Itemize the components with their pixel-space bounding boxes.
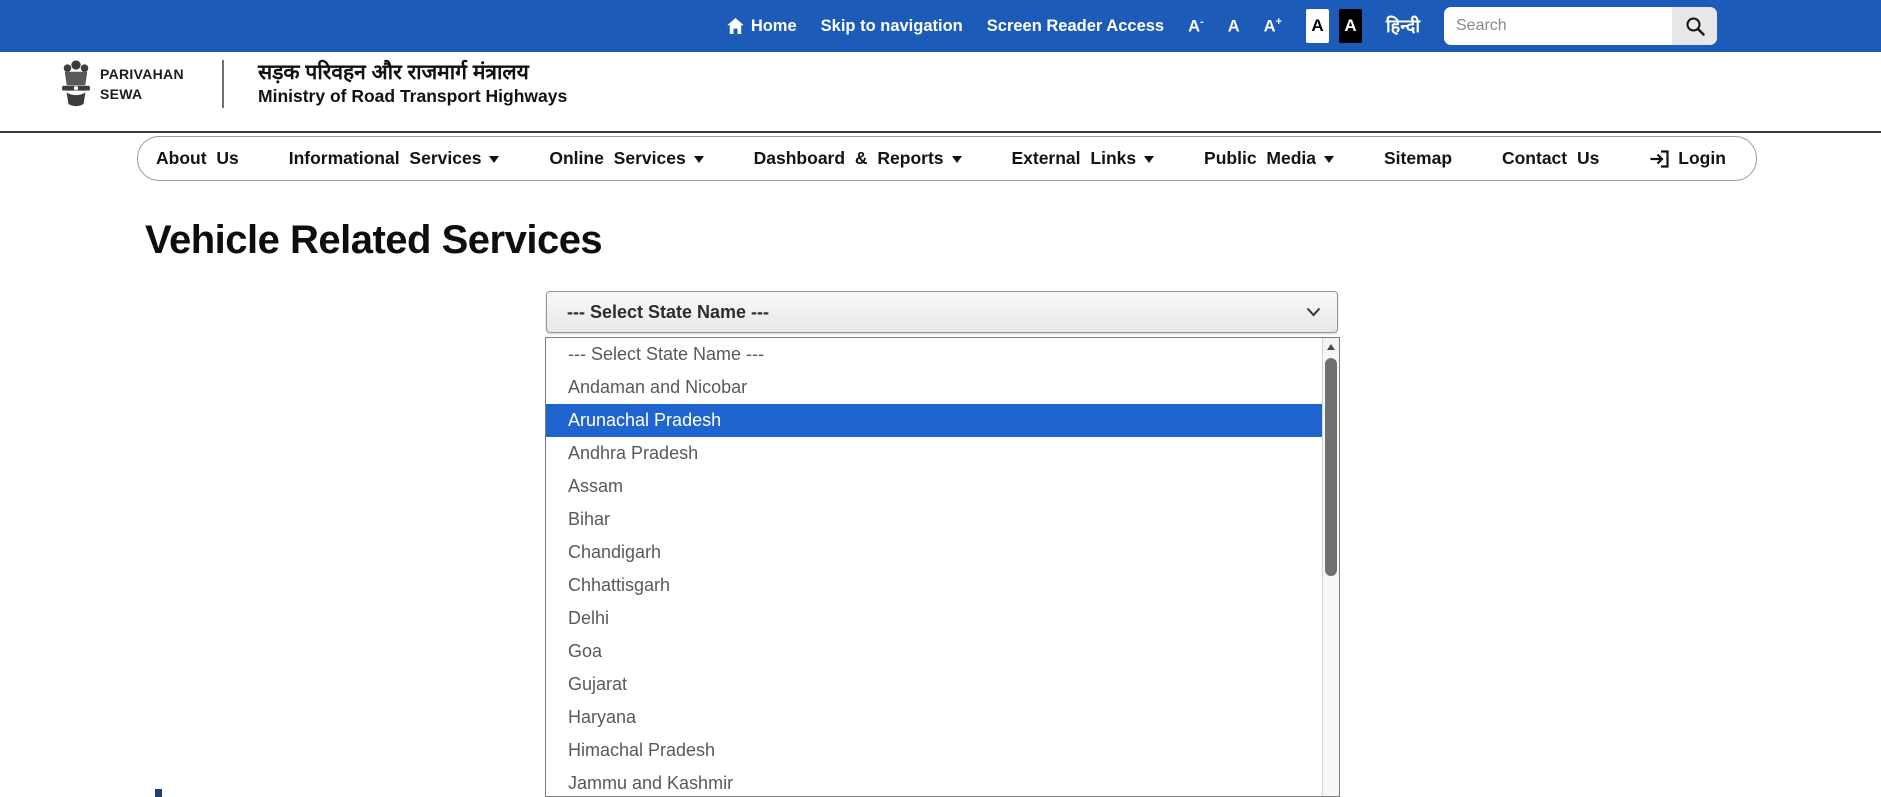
login-icon: [1649, 149, 1670, 169]
logo-line-2: SEWA: [100, 84, 184, 104]
nav-item-informational-services[interactable]: Informational Services: [289, 148, 500, 169]
nav-label: Dashboard & Reports: [754, 148, 944, 169]
state-dropdown-list: --- Select State Name --- Andaman and Ni…: [545, 337, 1340, 797]
high-contrast-toggle[interactable]: A: [1339, 9, 1362, 43]
nav-item-external-links[interactable]: External Links: [1011, 148, 1154, 169]
dropdown-option-bihar[interactable]: Bihar: [546, 503, 1322, 536]
dropdown-option-jammu-kashmir[interactable]: Jammu and Kashmir: [546, 767, 1322, 797]
nav-label: About Us: [156, 148, 239, 169]
screen-reader-access-link[interactable]: Screen Reader Access: [987, 17, 1164, 36]
nav-label: Informational Services: [289, 148, 482, 169]
home-label: Home: [751, 17, 797, 36]
home-icon: [726, 17, 745, 35]
nav-label: Online Services: [549, 148, 685, 169]
font-decrease-sup: -: [1200, 16, 1204, 28]
site-logo-text[interactable]: PARIVAHAN SEWA: [100, 64, 184, 104]
dropdown-option-gujarat[interactable]: Gujarat: [546, 668, 1322, 701]
main-navbar: About Us Informational Services Online S…: [137, 136, 1757, 181]
skip-to-navigation-link[interactable]: Skip to navigation: [821, 17, 963, 36]
nav-item-online-services[interactable]: Online Services: [549, 148, 703, 169]
dropdown-option-delhi[interactable]: Delhi: [546, 602, 1322, 635]
dropdown-option-haryana[interactable]: Haryana: [546, 701, 1322, 734]
search-icon: [1685, 16, 1705, 36]
state-select[interactable]: --- Select State Name ---: [546, 291, 1338, 333]
language-toggle-hindi[interactable]: हिन्दी: [1386, 14, 1420, 38]
font-increase-label: A: [1264, 17, 1276, 35]
nav-item-about-us[interactable]: About Us: [156, 148, 239, 169]
font-size-decrease-button[interactable]: A-: [1188, 16, 1204, 37]
skip-label: Skip to navigation: [821, 17, 963, 36]
dropdown-option-chhattisgarh[interactable]: Chhattisgarh: [546, 569, 1322, 602]
chevron-down-icon: [489, 156, 499, 163]
site-search: [1444, 7, 1717, 45]
language-label: हिन्दी: [1386, 16, 1420, 36]
scroll-up-arrow-icon: [1327, 344, 1335, 350]
dropdown-option-andaman-nicobar[interactable]: Andaman and Nicobar: [546, 371, 1322, 404]
header-divider: [222, 60, 224, 108]
chevron-down-icon: [1324, 156, 1334, 163]
dropdown-option-andhra-pradesh[interactable]: Andhra Pradesh: [546, 437, 1322, 470]
nav-label: External Links: [1011, 148, 1136, 169]
nav-label: Public Media: [1204, 148, 1316, 169]
nav-item-sitemap[interactable]: Sitemap: [1384, 148, 1452, 169]
nav-item-login[interactable]: Login: [1649, 148, 1726, 169]
select-chevron-down-icon: [1306, 307, 1321, 317]
page-title: Vehicle Related Services: [145, 218, 602, 263]
scrollbar-up-button[interactable]: [1323, 338, 1339, 355]
nav-label: Sitemap: [1384, 148, 1452, 169]
nav-label: Login: [1678, 148, 1726, 169]
chevron-down-icon: [952, 156, 962, 163]
state-select-value: --- Select State Name ---: [567, 302, 769, 323]
dropdown-option-himachal-pradesh[interactable]: Himachal Pradesh: [546, 734, 1322, 767]
dropdown-option-placeholder[interactable]: --- Select State Name ---: [546, 338, 1322, 371]
nav-item-public-media[interactable]: Public Media: [1204, 148, 1334, 169]
state-options: --- Select State Name --- Andaman and Ni…: [546, 338, 1322, 797]
font-normal-label: A: [1228, 17, 1240, 35]
chevron-down-icon: [694, 156, 704, 163]
branding-header: PARIVAHAN SEWA सड़क परिवहन और राजमार्ग म…: [0, 52, 1881, 133]
nav-item-contact-us[interactable]: Contact Us: [1502, 148, 1599, 169]
font-size-increase-button[interactable]: A+: [1264, 16, 1282, 37]
normal-contrast-label: A: [1311, 16, 1323, 36]
dropdown-option-arunachal-pradesh[interactable]: Arunachal Pradesh: [546, 404, 1322, 437]
normal-contrast-toggle[interactable]: A: [1306, 9, 1329, 43]
nav-label: Contact Us: [1502, 148, 1599, 169]
ministry-name-english: Ministry of Road Transport Highways: [258, 86, 567, 107]
logo-line-1: PARIVAHAN: [100, 64, 184, 84]
search-button[interactable]: [1672, 7, 1717, 45]
page: Home Skip to navigation Screen Reader Ac…: [0, 0, 1881, 797]
dropdown-option-assam[interactable]: Assam: [546, 470, 1322, 503]
dropdown-option-goa[interactable]: Goa: [546, 635, 1322, 668]
font-increase-sup: +: [1276, 16, 1282, 28]
dropdown-scrollbar[interactable]: [1322, 338, 1339, 796]
search-input[interactable]: [1444, 7, 1672, 45]
scrollbar-thumb[interactable]: [1325, 358, 1337, 576]
ministry-name-hindi: सड़क परिवहन और राजमार्ग मंत्रालय: [258, 58, 529, 86]
nav-item-dashboard-reports[interactable]: Dashboard & Reports: [754, 148, 962, 169]
dropdown-option-chandigarh[interactable]: Chandigarh: [546, 536, 1322, 569]
font-decrease-label: A: [1188, 17, 1200, 35]
screen-reader-label: Screen Reader Access: [987, 17, 1164, 36]
national-emblem-icon: [58, 57, 94, 109]
font-size-normal-button[interactable]: A: [1228, 16, 1240, 37]
top-utility-bar: Home Skip to navigation Screen Reader Ac…: [0, 0, 1881, 52]
cutoff-content-fragment: [155, 789, 162, 797]
chevron-down-icon: [1144, 156, 1154, 163]
home-link[interactable]: Home: [726, 17, 797, 36]
high-contrast-label: A: [1344, 16, 1356, 36]
